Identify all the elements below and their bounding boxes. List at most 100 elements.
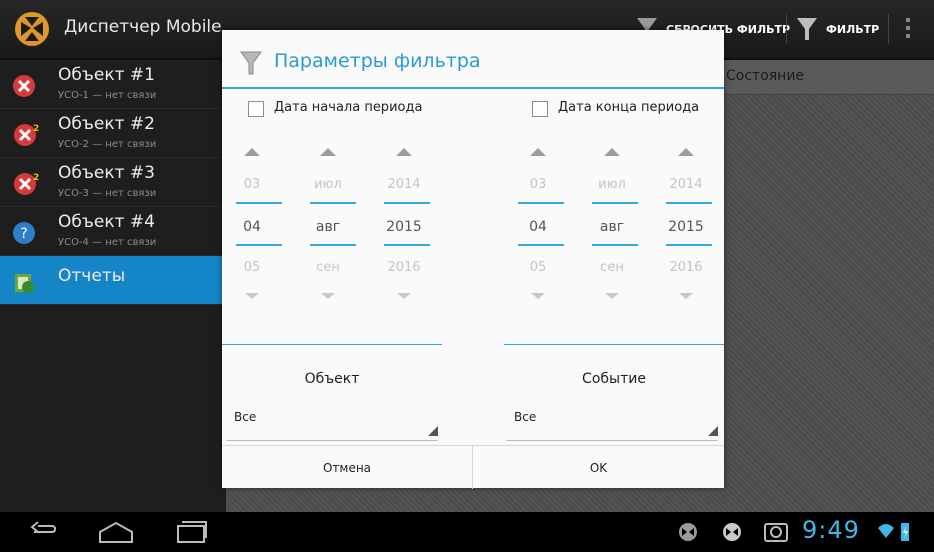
picker-underline (666, 244, 712, 246)
day-decrement-arrow[interactable] (245, 293, 259, 299)
filter-dialog: Параметры фильтра Дата начала периода Да… (222, 30, 724, 489)
home-icon[interactable] (96, 512, 136, 552)
app-notification-icon[interactable] (676, 512, 700, 552)
start-date-checkbox[interactable] (248, 101, 264, 117)
year-increment-arrow[interactable] (396, 148, 412, 156)
end-date-label: Дата конца периода (558, 100, 700, 115)
day-next-value[interactable]: 05 (222, 260, 282, 275)
dropdown-arrow-icon[interactable] (708, 426, 718, 436)
list-item-title: Отчеты (58, 266, 126, 286)
year-decrement-arrow[interactable] (397, 293, 411, 299)
list-item-title: Объект #2 (58, 114, 155, 134)
year-prev-value[interactable]: 2014 (374, 177, 434, 192)
dialog-title: Параметры фильтра (274, 50, 481, 72)
svg-text:?: ? (20, 226, 27, 242)
picker-underline (592, 202, 638, 204)
month-next-value[interactable]: сен (582, 260, 642, 275)
day-current-value[interactable]: 04 (222, 219, 282, 235)
app-title: Диспетчер Mobile (64, 17, 222, 37)
start-date-label: Дата начала периода (274, 100, 423, 115)
object-list: Объект #1 УСО-1 — нет связи 2 Объект #2 … (0, 60, 226, 512)
list-item-reports[interactable]: Отчеты (0, 256, 226, 305)
error-count-badge: 2 (33, 124, 39, 134)
day-increment-arrow[interactable] (530, 148, 546, 156)
section-divider (504, 344, 724, 345)
title-divider (222, 87, 724, 89)
dropdown-arrow-icon[interactable] (428, 426, 438, 436)
dialog-button-bar: Отмена OK (222, 445, 724, 489)
day-decrement-arrow[interactable] (531, 293, 545, 299)
picker-underline (384, 244, 430, 246)
error-count-badge: 2 (33, 173, 39, 183)
list-item-title: Объект #3 (58, 163, 155, 183)
error-icon: 2 (14, 124, 39, 146)
list-item-subtitle: УСО-4 — нет связи (58, 237, 157, 248)
filter-icon (797, 18, 817, 40)
app-notification-icon[interactable] (720, 512, 744, 552)
day-prev-value[interactable]: 03 (222, 177, 282, 192)
ok-button[interactable]: OK (473, 446, 724, 489)
picker-underline (310, 202, 356, 204)
list-item-object-1[interactable]: Объект #1 УСО-1 — нет связи (0, 60, 226, 109)
error-icon (13, 75, 35, 97)
list-item-object-2[interactable]: 2 Объект #2 УСО-2 — нет связи (0, 109, 226, 158)
event-section-title: Событие (582, 371, 646, 387)
cancel-button[interactable]: Отмена (222, 446, 472, 489)
system-nav-bar: 9:49 (0, 512, 934, 552)
list-item-object-4[interactable]: ? Объект #4 УСО-4 — нет связи (0, 207, 226, 256)
day-increment-arrow[interactable] (244, 148, 260, 156)
recent-apps-icon[interactable] (174, 512, 208, 552)
action-divider (786, 14, 787, 44)
object-spinner-value[interactable]: Все (234, 410, 256, 424)
app-logo-icon[interactable] (14, 11, 50, 47)
screenshot-icon[interactable] (762, 512, 790, 552)
event-spinner-value[interactable]: Все (514, 410, 536, 424)
filter-label: ФИЛЬТР (826, 22, 880, 36)
list-item-object-3[interactable]: 2 Объект #3 УСО-3 — нет связи (0, 158, 226, 207)
year-next-value[interactable]: 2016 (374, 260, 434, 275)
object-section-title: Объект (304, 371, 360, 387)
list-item-subtitle: УСО-1 — нет связи (58, 90, 157, 101)
day-next-value[interactable]: 05 (508, 260, 568, 275)
month-current-value[interactable]: авг (298, 219, 358, 235)
action-divider (888, 14, 889, 44)
year-current-value[interactable]: 2015 (656, 219, 716, 235)
reports-icon (15, 274, 34, 293)
picker-underline (310, 244, 356, 246)
month-increment-arrow[interactable] (320, 148, 336, 156)
list-item-subtitle: УСО-2 — нет связи (58, 139, 157, 150)
day-current-value[interactable]: 04 (508, 219, 568, 235)
list-item-title: Объект #4 (58, 212, 155, 232)
end-date-checkbox[interactable] (532, 101, 548, 117)
filter-button[interactable]: ФИЛЬТР (796, 14, 879, 44)
picker-underline (666, 202, 712, 204)
status-clock: 9:49 (802, 516, 860, 544)
month-prev-value[interactable]: июл (582, 177, 642, 192)
month-next-value[interactable]: сен (298, 260, 358, 275)
list-item-subtitle: УСО-3 — нет связи (58, 188, 157, 199)
list-item-title: Объект #1 (58, 65, 155, 85)
wifi-icon (878, 524, 894, 538)
overflow-menu-icon[interactable] (906, 18, 911, 40)
picker-underline (592, 244, 638, 246)
month-decrement-arrow[interactable] (605, 293, 619, 299)
picker-underline (518, 244, 564, 246)
month-current-value[interactable]: авг (582, 219, 642, 235)
battery-charging-icon (901, 523, 909, 541)
year-next-value[interactable]: 2016 (656, 260, 716, 275)
month-increment-arrow[interactable] (604, 148, 620, 156)
column-header-status: Состояние (726, 68, 805, 84)
year-current-value[interactable]: 2015 (374, 219, 434, 235)
year-increment-arrow[interactable] (678, 148, 694, 156)
picker-underline (518, 202, 564, 204)
year-decrement-arrow[interactable] (679, 293, 693, 299)
year-prev-value[interactable]: 2014 (656, 177, 716, 192)
back-icon[interactable] (28, 512, 58, 552)
spinner-underline (226, 440, 438, 441)
filter-icon (240, 51, 262, 75)
day-prev-value[interactable]: 03 (508, 177, 568, 192)
month-decrement-arrow[interactable] (321, 293, 335, 299)
month-prev-value[interactable]: июл (298, 177, 358, 192)
help-icon: ? (13, 222, 35, 244)
picker-underline (236, 244, 282, 246)
